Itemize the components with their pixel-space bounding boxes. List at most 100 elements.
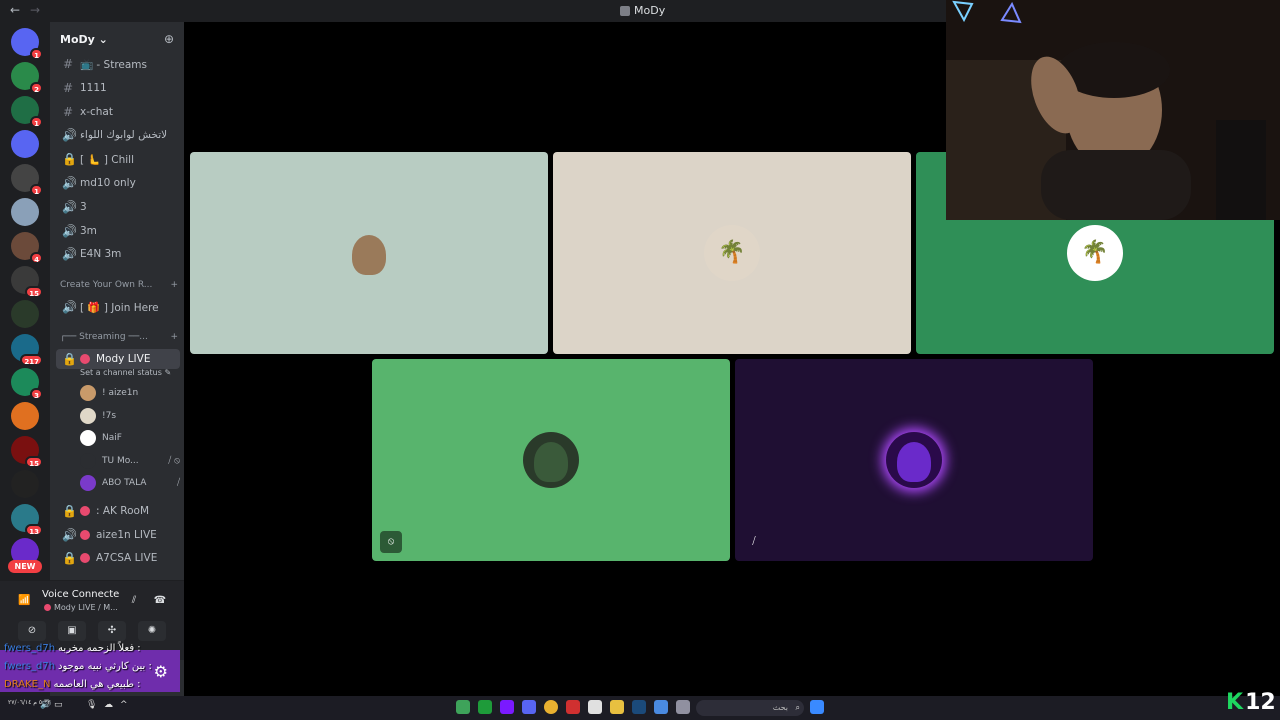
channel-label: aize1n LIVE xyxy=(96,528,157,541)
signal-icon[interactable]: 📶 xyxy=(18,595,30,606)
palm-server-icon[interactable]: 2 xyxy=(11,62,43,94)
hashtag-icon: # xyxy=(62,80,74,95)
calendar-icon[interactable] xyxy=(588,700,602,714)
server-icon[interactable]: 217 xyxy=(11,334,43,366)
chevron-up-icon[interactable]: ^ xyxy=(120,700,134,714)
windows-start-icon[interactable] xyxy=(810,700,824,714)
channel-item[interactable]: 🔊 aize1n LIVE xyxy=(56,525,180,545)
disconnect-icon[interactable]: ☎ xyxy=(146,591,174,611)
server-icon[interactable]: 15 xyxy=(11,436,43,468)
watermark-k: K xyxy=(1226,690,1244,715)
chrome-icon[interactable] xyxy=(544,700,558,714)
screen-share-icon[interactable]: ▣ xyxy=(58,621,86,641)
activities-icon[interactable]: ✣ xyxy=(98,621,126,641)
channel-status[interactable]: Set a channel status ✎ xyxy=(80,368,171,377)
notification-badge: 4 xyxy=(30,252,43,264)
channel-label: A7CSA LIVE xyxy=(96,552,158,565)
voice-member[interactable]: ! aize1n xyxy=(80,383,180,403)
add-member-icon[interactable]: ⊕ xyxy=(164,32,174,46)
chat-username: fwers_d7h xyxy=(4,661,56,672)
volume-icon[interactable]: 🔊 xyxy=(40,700,54,714)
server-header[interactable]: MoDy ⌄ ⊕ xyxy=(50,22,184,56)
channel-label: E4N 3m xyxy=(80,248,122,261)
channel-label: md10 only xyxy=(80,177,136,189)
xbox-icon[interactable] xyxy=(478,700,492,714)
channel-label: 3m xyxy=(80,224,97,237)
server-icon[interactable]: 15 xyxy=(11,266,43,298)
display-icon[interactable]: ▭ xyxy=(54,700,68,714)
channel-item[interactable]: 🔒 A7CSA LIVE xyxy=(56,548,180,568)
muted-icon: ⧸ ⦸ xyxy=(168,455,180,466)
obs-icon[interactable] xyxy=(566,700,580,714)
member-name: NaiF xyxy=(102,433,122,443)
channel-item[interactable]: 🔊 E4N 3m xyxy=(56,244,180,264)
chat-text: فعلاً الزحمه مخربه : xyxy=(58,643,141,654)
category-create-your-own[interactable]: Create Your Own R... + xyxy=(60,280,178,290)
speaker-icon: 🔊 xyxy=(62,223,77,238)
notification-badge: 15 xyxy=(25,456,43,468)
app-icon[interactable] xyxy=(654,700,668,714)
server-icon[interactable] xyxy=(11,198,39,226)
channel-item[interactable]: 🔊 md10 only xyxy=(56,173,180,193)
discord-icon[interactable]: 1 xyxy=(11,28,43,60)
voice-member[interactable]: NaiF xyxy=(80,428,180,448)
gears-server-icon[interactable]: 1 xyxy=(11,96,43,128)
server-icon[interactable] xyxy=(11,402,39,430)
soundboard-icon[interactable]: ✺ xyxy=(138,621,166,641)
participant-tile[interactable]: ⦸ xyxy=(372,359,730,561)
voice-status-title: Voice Connecte xyxy=(42,589,120,600)
notification-badge: 2 xyxy=(30,82,43,94)
channel-item[interactable]: 🔒: AK RooM xyxy=(56,501,180,521)
muted-icon: ⧸ xyxy=(752,536,756,547)
plus-icon[interactable]: + xyxy=(170,280,178,290)
channel-item[interactable]: 🔊 3m xyxy=(56,221,180,241)
lock-icon: 🔒 xyxy=(62,152,77,167)
server-icon[interactable]: 4 xyxy=(11,232,43,264)
speaker-icon: 🔊 xyxy=(62,527,77,542)
participant-tile[interactable] xyxy=(190,152,548,354)
forward-arrow-icon[interactable]: → xyxy=(30,3,40,17)
channel-item[interactable]: 🔊 3 xyxy=(56,197,180,217)
steam-icon[interactable] xyxy=(632,700,646,714)
channel-label: 📺 - Streams xyxy=(80,58,147,71)
channel-item[interactable]: # x-chat xyxy=(56,102,180,122)
server-icon[interactable] xyxy=(11,470,39,498)
voice-status-subtitle[interactable]: Mody LIVE / M... xyxy=(44,603,118,612)
channel-item[interactable]: # 📺 - Streams xyxy=(56,54,180,74)
server-icon[interactable]: 13 xyxy=(11,504,43,536)
palm-icon: 🌴 xyxy=(1081,240,1109,265)
channel-item[interactable]: 🔊 لاتخش لوابوك اللواء xyxy=(56,125,180,145)
kick-icon[interactable] xyxy=(500,700,514,714)
channel-item[interactable]: 🔒[ 🫷 ] Chill xyxy=(56,149,180,169)
folder-icon[interactable] xyxy=(11,130,39,158)
channel-item[interactable]: #1111 xyxy=(56,78,180,98)
noise-suppression-icon[interactable]: ⫽ xyxy=(120,591,148,611)
camera-off-icon[interactable]: ⊘ xyxy=(18,621,46,641)
cloud-icon[interactable]: ☁ xyxy=(104,700,118,714)
notification-badge: 1 xyxy=(30,184,43,196)
chat-message: fwers_d7h فعلاً الزحمه مخربه : xyxy=(4,640,194,658)
channel-join-here[interactable]: 🔊 [ 🎁 ] Join Here xyxy=(56,297,180,317)
participant-tile[interactable]: ⧸ xyxy=(735,359,1093,561)
category-streaming[interactable]: ┌── Streaming ──... + xyxy=(60,332,178,342)
back-arrow-icon[interactable]: ← xyxy=(10,3,20,17)
live-dot-icon xyxy=(80,354,90,364)
folder-icon[interactable] xyxy=(610,700,624,714)
taskview-icon[interactable] xyxy=(676,700,690,714)
server-icon[interactable] xyxy=(11,300,39,328)
server-icon[interactable]: 1 xyxy=(11,164,43,196)
plus-icon[interactable]: + xyxy=(170,332,178,342)
avatar-figure xyxy=(352,235,386,275)
mic-icon[interactable]: 🎙 xyxy=(86,700,100,714)
discord-icon[interactable] xyxy=(522,700,536,714)
channel-mody-live[interactable]: 🔒 Mody LIVE xyxy=(56,349,180,369)
voice-member[interactable]: TU Mo... ⧸ ⦸ xyxy=(80,451,180,471)
server-icon[interactable]: 3 xyxy=(11,368,43,400)
voice-member[interactable]: ABO TALA ⧸ xyxy=(80,473,180,493)
app-icon[interactable] xyxy=(456,700,470,714)
search-icon: ⌕ xyxy=(795,703,800,712)
server-name[interactable]: MoDy ⌄ xyxy=(60,33,108,46)
voice-member[interactable]: !7s xyxy=(80,406,180,426)
taskbar-search[interactable]: بحث ⌕ xyxy=(696,700,804,716)
participant-tile[interactable]: 🌴 xyxy=(553,152,911,354)
